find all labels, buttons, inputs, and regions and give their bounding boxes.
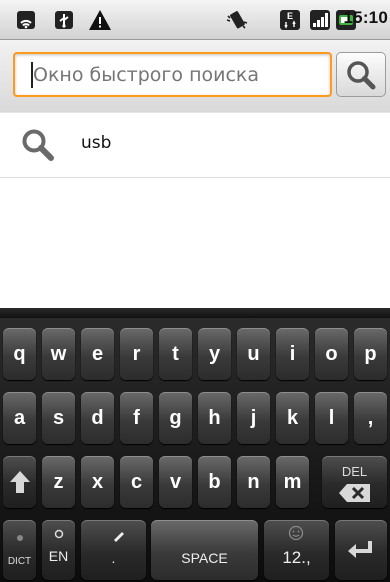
key-j[interactable]: j (237, 392, 270, 444)
key-x[interactable]: x (81, 456, 114, 508)
soft-keyboard: q w e r t y u i o p a s d f g h j k l , … (0, 318, 390, 582)
dot-indicator-icon (17, 535, 23, 541)
backspace-icon (339, 484, 370, 502)
usb-icon (55, 11, 73, 29)
search-button[interactable] (336, 52, 386, 97)
key-w[interactable]: w (42, 328, 75, 380)
wireless-icon (17, 11, 35, 29)
search-input[interactable] (13, 52, 332, 97)
status-bar: E 15:10 (0, 0, 390, 40)
search-icon (347, 61, 376, 90)
language-key[interactable]: EN (42, 520, 75, 580)
key-o[interactable]: o (315, 328, 348, 380)
network-type-icon: E (280, 10, 300, 30)
key-h[interactable]: h (198, 392, 231, 444)
dict-label: DICT (7, 556, 32, 567)
key-g[interactable]: g (159, 392, 192, 444)
dictionary-key[interactable]: DICT (3, 520, 36, 580)
key-c[interactable]: c (120, 456, 153, 508)
enter-icon (348, 541, 372, 558)
key-v[interactable]: v (159, 456, 192, 508)
language-label: EN (48, 548, 69, 564)
text-cursor (31, 62, 33, 88)
key-f[interactable]: f (120, 392, 153, 444)
search-icon (22, 129, 54, 161)
period-label: . (111, 550, 116, 566)
key-u[interactable]: u (237, 328, 270, 380)
key-a[interactable]: a (3, 392, 36, 444)
delete-label: DEL (341, 464, 368, 479)
key-n[interactable]: n (237, 456, 270, 508)
delete-key[interactable]: DEL (322, 456, 387, 508)
key-m[interactable]: m (276, 456, 309, 508)
key-y[interactable]: y (198, 328, 231, 380)
symbols-label: 12., (282, 548, 311, 567)
enter-key[interactable] (335, 520, 387, 580)
key-comma[interactable]: , (354, 392, 387, 444)
shift-arrow-icon (9, 471, 30, 493)
key-i[interactable]: i (276, 328, 309, 380)
key-s[interactable]: s (42, 392, 75, 444)
pen-icon (114, 532, 124, 542)
quick-search-panel: usb (0, 40, 390, 308)
key-l[interactable]: l (315, 392, 348, 444)
language-indicator-icon (54, 529, 64, 539)
clock: 15:10 (343, 8, 388, 27)
suggestion-item[interactable]: usb (0, 112, 390, 178)
key-e[interactable]: e (81, 328, 114, 380)
smiley-icon (288, 525, 304, 541)
key-r[interactable]: r (120, 328, 153, 380)
space-key[interactable]: SPACE (151, 520, 258, 580)
space-label: SPACE (181, 550, 228, 566)
key-k[interactable]: k (276, 392, 309, 444)
search-bar (0, 40, 390, 112)
warning-icon (89, 10, 111, 30)
symbols-key[interactable]: 12., (264, 520, 329, 580)
background-strip (0, 308, 390, 318)
key-p[interactable]: p (354, 328, 387, 380)
suggestion-text: usb (81, 133, 112, 153)
vibrate-icon (226, 11, 248, 29)
key-t[interactable]: t (159, 328, 192, 380)
shift-key[interactable] (3, 456, 36, 508)
key-d[interactable]: d (81, 392, 114, 444)
key-q[interactable]: q (3, 328, 36, 380)
svg-text:E: E (287, 11, 293, 21)
key-b[interactable]: b (198, 456, 231, 508)
key-z[interactable]: z (42, 456, 75, 508)
voice-key[interactable]: . (81, 520, 146, 580)
signal-icon (310, 10, 330, 30)
